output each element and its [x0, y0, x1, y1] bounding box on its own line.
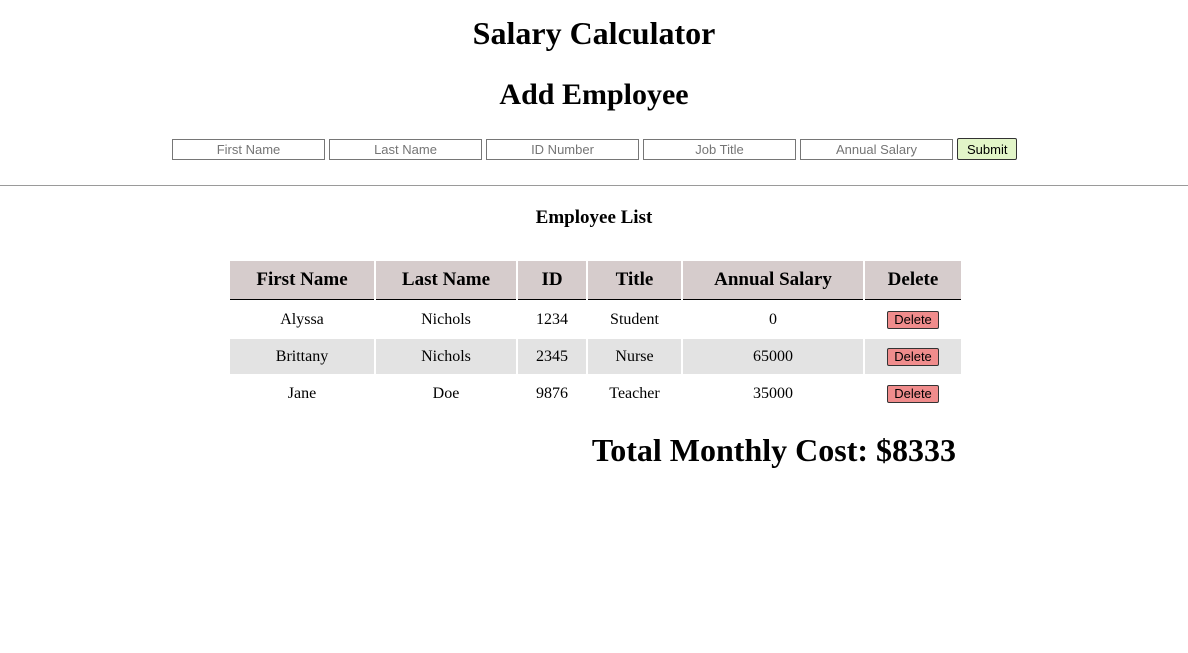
employee-list-heading: Employee List [535, 207, 653, 228]
cell-last-name: Nichols [376, 339, 516, 374]
column-header-id: ID [518, 261, 586, 300]
page-title: Salary Calculator [472, 15, 716, 51]
delete-button[interactable]: Delete [887, 310, 939, 329]
total-monthly-cost: Total Monthly Cost: $8333 [591, 432, 956, 468]
cell-delete: Delete [865, 339, 961, 374]
page: Salary Calculator Add Employee Submit Em… [0, 0, 1188, 653]
cell-last-name: Doe [432, 384, 460, 402]
column-header-delete: Delete [865, 261, 961, 300]
cell-id: 2345 [518, 339, 586, 374]
table-header-row: First Name Last Name ID Title Annual Sal… [230, 261, 961, 300]
employee-table: First Name Last Name ID Title Annual Sal… [228, 259, 963, 413]
column-header-first-name: First Name [230, 261, 374, 300]
cell-first-name: Brittany [230, 339, 374, 374]
cell-title: Teacher [609, 384, 660, 402]
add-employee-form: Submit [172, 138, 1018, 160]
column-header-last-name: Last Name [376, 261, 516, 300]
cell-annual-salary: 0 [769, 310, 777, 328]
cell-annual-salary: 35000 [753, 384, 793, 402]
divider [0, 185, 1188, 186]
id-number-input[interactable] [486, 138, 639, 160]
cell-id: 9876 [536, 384, 568, 402]
cell-title: Nurse [588, 339, 681, 374]
cell-title: Student [610, 310, 659, 328]
annual-salary-input[interactable] [800, 138, 953, 160]
cell-id: 1234 [536, 310, 568, 328]
cell-delete: Delete [865, 302, 961, 337]
delete-button[interactable]: Delete [887, 384, 939, 403]
job-title-input[interactable] [643, 138, 796, 160]
column-header-title: Title [588, 261, 681, 300]
last-name-input[interactable] [329, 138, 482, 160]
table-row: Jane Doe 9876 Teacher 35000 Delete [230, 376, 961, 411]
cell-first-name: Jane [287, 384, 317, 402]
table-row: Brittany Nichols 2345 Nurse 65000 Delete [230, 339, 961, 374]
submit-button[interactable]: Submit [957, 138, 1018, 160]
cell-annual-salary: 65000 [683, 339, 863, 374]
add-employee-heading: Add Employee [499, 78, 689, 111]
first-name-input[interactable] [172, 138, 325, 160]
table-row: Alyssa Nichols 1234 Student 0 Delete [230, 302, 961, 337]
cell-last-name: Nichols [421, 310, 471, 328]
cell-delete: Delete [865, 376, 961, 411]
cell-first-name: Alyssa [280, 310, 324, 328]
delete-button[interactable]: Delete [887, 347, 939, 366]
column-header-annual-salary: Annual Salary [683, 261, 863, 300]
